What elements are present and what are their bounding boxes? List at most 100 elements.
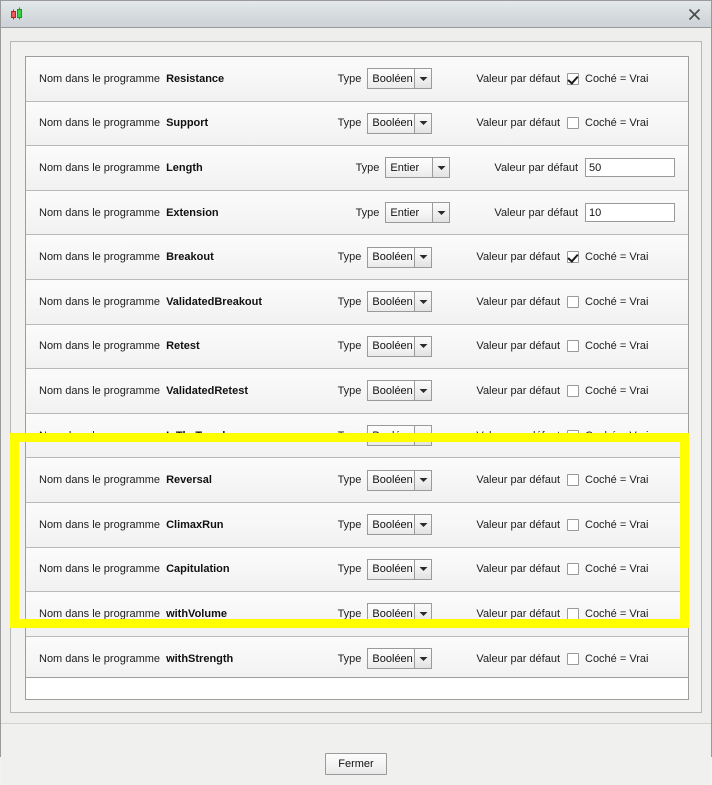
default-value-label: Valeur par défaut: [476, 429, 560, 442]
table-row: Nom dans le programme Extension Type Entier…: [26, 190, 688, 236]
window-close-icon[interactable]: [677, 1, 711, 27]
type-select[interactable]: Entier: [385, 157, 451, 179]
table-row: Nom dans le programme Resistance Type Boolé…: [26, 57, 688, 102]
default-value-input[interactable]: [585, 158, 675, 178]
chevron-down-icon[interactable]: [414, 292, 432, 312]
checkbox-unchecked-icon[interactable]: [567, 474, 579, 487]
checkbox-label: Coché = Vrai: [585, 251, 649, 264]
chevron-down-icon[interactable]: [414, 69, 432, 89]
default-value-checkbox[interactable]: Coché = Vrai: [567, 384, 675, 397]
parameter-editor-window: Nom dans le programme Resistance Type Boolé…: [0, 0, 712, 785]
default-value-label: Valeur par défaut: [476, 72, 560, 85]
checkbox-label: Coché = Vrai: [585, 563, 649, 576]
checkbox-unchecked-icon[interactable]: [567, 117, 579, 130]
default-value-checkbox[interactable]: Coché = Vrai: [567, 474, 675, 487]
checkbox-label: Coché = Vrai: [585, 518, 649, 531]
default-value-label: Valeur par défaut: [476, 518, 560, 531]
program-name-label: Nom dans le programme: [39, 563, 161, 576]
default-value-checkbox[interactable]: Coché = Vrai: [567, 607, 675, 620]
checkbox-unchecked-icon[interactable]: [567, 607, 579, 620]
table-row: Nom dans le programme Breakout Type Booléen…: [26, 235, 688, 280]
parameter-name-value: withVolume: [166, 607, 227, 620]
table-row: Nom dans le programme ValidatedBreakout Ty…: [26, 279, 688, 325]
type-select[interactable]: Booléen: [367, 380, 433, 402]
candlestick-chart-icon: [8, 5, 26, 23]
fermer-button[interactable]: Fermer: [325, 753, 387, 775]
type-select[interactable]: Booléen: [367, 335, 433, 357]
type-select[interactable]: Entier: [385, 202, 451, 224]
parameter-name-value: Retest: [166, 340, 200, 353]
program-name-label: Nom dans le programme: [39, 340, 161, 353]
parameter-name-value: Reversal: [166, 474, 212, 487]
checkbox-label: Coché = Vrai: [585, 117, 649, 130]
checkbox-unchecked-icon[interactable]: [567, 295, 579, 308]
checkbox-label: Coché = Vrai: [585, 474, 649, 487]
type-select[interactable]: Booléen: [367, 603, 433, 625]
parameter-name-value: ValidatedRetest: [166, 384, 248, 397]
type-select[interactable]: Booléen: [367, 648, 433, 670]
parameter-name-value: Breakout: [166, 251, 214, 264]
default-value-checkbox[interactable]: Coché = Vrai: [567, 652, 675, 665]
row-controls: Type Booléen Valeur par défaut Coché = Vrai: [337, 68, 675, 90]
type-select[interactable]: Booléen: [367, 291, 433, 313]
chevron-down-icon[interactable]: [414, 649, 432, 669]
checkbox-checked-icon[interactable]: [567, 429, 579, 442]
type-label: Type: [337, 295, 362, 308]
type-select[interactable]: Booléen: [367, 112, 433, 134]
row-controls: Type Booléen Valeur par défaut Coché = Vrai: [338, 648, 675, 670]
chevron-down-icon[interactable]: [414, 426, 432, 446]
program-name-label: Nom dans le programme: [39, 607, 161, 620]
checkbox-label: Coché = Vrai: [585, 72, 649, 85]
chevron-down-icon[interactable]: [414, 381, 432, 401]
default-value-input[interactable]: [585, 203, 675, 223]
default-value-checkbox[interactable]: Coché = Vrai: [567, 251, 675, 264]
checkbox-unchecked-icon[interactable]: [567, 384, 579, 397]
default-value-checkbox[interactable]: Coché = Vrai: [567, 117, 675, 130]
parameter-name-value: Resistance: [166, 72, 225, 85]
checkbox-unchecked-icon[interactable]: [567, 652, 579, 665]
default-value-label: Valeur par défaut: [476, 607, 560, 620]
type-select[interactable]: Booléen: [367, 68, 433, 90]
default-value-checkbox[interactable]: Coché = Vrai: [567, 563, 675, 576]
chevron-down-icon[interactable]: [414, 336, 432, 356]
chevron-down-icon[interactable]: [432, 203, 450, 223]
default-value-checkbox[interactable]: Coché = Vrai: [567, 295, 675, 308]
checkbox-unchecked-icon[interactable]: [567, 563, 579, 576]
type-select[interactable]: Booléen: [367, 246, 433, 268]
chevron-down-icon[interactable]: [432, 158, 450, 178]
default-value-checkbox[interactable]: Coché = Vrai: [567, 72, 675, 85]
type-select[interactable]: Booléen: [367, 558, 433, 580]
type-select-value: Booléen: [372, 72, 413, 85]
chevron-down-icon[interactable]: [414, 559, 432, 579]
default-value-checkbox[interactable]: Coché = Vrai: [567, 340, 675, 353]
checkbox-checked-icon[interactable]: [567, 72, 579, 85]
type-select[interactable]: Booléen: [367, 469, 433, 491]
type-select[interactable]: Booléen: [367, 514, 433, 536]
default-value-checkbox[interactable]: Coché = Vrai: [567, 429, 675, 442]
row-controls: Type Booléen Valeur par défaut Coché = Vrai: [337, 335, 675, 357]
type-select-value: Booléen: [372, 295, 413, 308]
program-name-label: Nom dans le programme: [39, 117, 161, 130]
checkbox-checked-icon[interactable]: [567, 251, 579, 264]
default-value-checkbox[interactable]: Coché = Vrai: [567, 518, 675, 531]
type-label: Type: [337, 72, 362, 85]
chevron-down-icon[interactable]: [414, 604, 432, 624]
row-controls: Type Booléen Valeur par défaut Coché = Vrai: [338, 603, 675, 625]
chevron-down-icon[interactable]: [414, 113, 432, 133]
row-controls: Type Booléen Valeur par défaut Coché = Vrai: [338, 469, 675, 491]
default-value-label: Valeur par défaut: [476, 340, 560, 353]
checkbox-label: Coché = Vrai: [585, 340, 649, 353]
chevron-down-icon[interactable]: [414, 247, 432, 267]
program-name-label: Nom dans le programme: [39, 251, 161, 264]
program-name-label: Nom dans le programme: [39, 474, 161, 487]
chevron-down-icon[interactable]: [414, 515, 432, 535]
type-label: Type: [337, 340, 362, 353]
checkbox-label: Coché = Vrai: [585, 384, 649, 397]
chevron-down-icon[interactable]: [414, 470, 432, 490]
checkbox-unchecked-icon[interactable]: [567, 340, 579, 353]
row-controls: Type Entier Valeur par défaut: [356, 202, 675, 224]
type-select-value: Booléen: [372, 384, 413, 397]
type-select-value: Booléen: [372, 429, 413, 442]
checkbox-unchecked-icon[interactable]: [567, 518, 579, 531]
type-select[interactable]: Booléen: [367, 425, 433, 447]
